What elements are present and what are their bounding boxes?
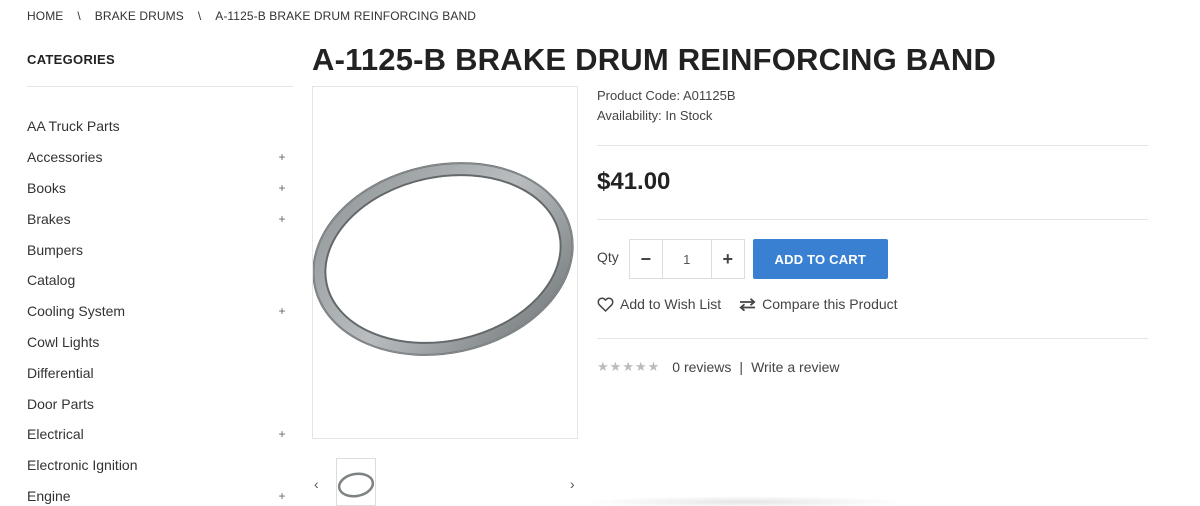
category-label: Door Parts: [27, 395, 94, 412]
rating-stars: ★ ★ ★ ★ ★: [597, 359, 660, 375]
heart-icon: [597, 296, 614, 312]
category-label: Engine: [27, 487, 71, 504]
category-item[interactable]: Brakes +: [27, 203, 293, 234]
qty-decrease-button[interactable]: −: [630, 240, 662, 278]
qty-label: Qty: [597, 249, 619, 265]
expand-plus-icon[interactable]: +: [277, 150, 287, 164]
star-icon: ★: [622, 359, 634, 374]
category-item[interactable]: Books +: [27, 173, 293, 204]
breadcrumb: HOME \ BRAKE DRUMS \ A-1125-B BRAKE DRUM…: [27, 9, 476, 23]
breadcrumb-home[interactable]: HOME: [27, 9, 63, 23]
compare-product-button[interactable]: Compare this Product: [739, 296, 898, 312]
breadcrumb-separator: \: [197, 9, 202, 23]
product-main-image[interactable]: [312, 86, 578, 439]
quantity-stepper: − +: [628, 239, 745, 279]
product-meta: Product Code: A01125B Availability: In S…: [597, 86, 1148, 126]
qty-increase-button[interactable]: +: [712, 240, 744, 278]
expand-plus-icon[interactable]: +: [277, 181, 287, 195]
wishlist-label: Add to Wish List: [620, 296, 722, 312]
review-separator: |: [739, 359, 744, 375]
category-label: Differential: [27, 364, 94, 381]
purchase-controls: Qty − + ADD TO CART: [597, 239, 888, 279]
category-item[interactable]: AA Truck Parts: [27, 111, 293, 142]
qty-input[interactable]: [661, 240, 712, 278]
expand-plus-icon[interactable]: +: [277, 489, 287, 503]
product-title: A-1125-B BRAKE DRUM REINFORCING BAND: [312, 42, 997, 77]
category-label: Catalog: [27, 272, 76, 289]
category-label: Cowl Lights: [27, 333, 100, 350]
category-item[interactable]: Cowl Lights: [27, 327, 293, 358]
category-label: Bumpers: [27, 241, 84, 258]
category-list: AA Truck Parts Accessories + Books + Brakes + B…: [27, 111, 293, 506]
category-item[interactable]: Door Parts: [27, 388, 293, 419]
add-to-wishlist-button[interactable]: Add to Wish List: [597, 296, 721, 312]
brake-band-image: [313, 162, 574, 356]
category-item[interactable]: Electronic Ignition: [27, 450, 293, 481]
category-item[interactable]: Electrical +: [27, 419, 293, 450]
divider: [597, 219, 1148, 220]
category-item[interactable]: Bumpers: [27, 234, 293, 265]
category-item[interactable]: Accessories +: [27, 142, 293, 173]
star-icon: ★: [634, 359, 647, 374]
product-price: $41.00: [597, 168, 671, 195]
product-thumbnail[interactable]: [336, 458, 376, 506]
category-item[interactable]: Engine +: [27, 481, 293, 506]
category-label: Books: [27, 179, 66, 196]
expand-plus-icon[interactable]: +: [277, 304, 287, 318]
category-sidebar: CATEGORIES AA Truck Parts Accessories + Boo…: [27, 52, 293, 506]
product-code: Product Code: A01125B: [597, 88, 736, 103]
product-availability: Availability: In Stock: [597, 108, 713, 123]
compare-arrows-icon: [739, 297, 756, 311]
star-icon: ★: [597, 359, 609, 374]
category-label: Cooling System: [27, 303, 126, 320]
expand-plus-icon[interactable]: +: [277, 212, 287, 226]
category-item[interactable]: Catalog: [27, 265, 293, 296]
brake-band-thumbnail: [337, 472, 375, 498]
product-actions: Add to Wish List Compare this Product: [597, 296, 916, 312]
category-label: Electronic Ignition: [27, 457, 138, 474]
carousel-prev-button[interactable]: ‹: [314, 476, 319, 492]
sidebar-title: CATEGORIES: [27, 52, 115, 67]
add-to-cart-button[interactable]: ADD TO CART: [752, 239, 888, 279]
category-item[interactable]: Differential: [27, 357, 293, 388]
write-review-link[interactable]: Write a review: [751, 359, 839, 375]
expand-plus-icon[interactable]: +: [277, 427, 287, 441]
category-label: Brakes: [27, 210, 71, 227]
category-item[interactable]: Cooling System +: [27, 296, 293, 327]
star-icon: ★: [609, 359, 622, 374]
review-summary: ★ ★ ★ ★ ★ 0 reviews | Write a review: [597, 359, 840, 375]
sidebar-divider: [27, 86, 293, 87]
divider: [597, 145, 1148, 146]
breadcrumb-separator: \: [77, 9, 81, 23]
thumbnail-carousel: ‹ ›: [312, 458, 578, 506]
compare-label: Compare this Product: [762, 296, 898, 312]
star-icon: ★: [647, 359, 660, 374]
divider: [597, 338, 1148, 339]
carousel-next-button[interactable]: ›: [570, 476, 575, 492]
category-label: Electrical: [27, 426, 84, 443]
category-label: AA Truck Parts: [27, 118, 120, 135]
reviews-count-link[interactable]: 0 reviews: [672, 359, 731, 375]
category-label: Accessories: [27, 149, 103, 166]
footer-shadow: [580, 496, 910, 506]
breadcrumb-brake-drums[interactable]: BRAKE DRUMS: [95, 9, 184, 23]
breadcrumb-current: A-1125-B BRAKE DRUM REINFORCING BAND: [215, 9, 476, 23]
